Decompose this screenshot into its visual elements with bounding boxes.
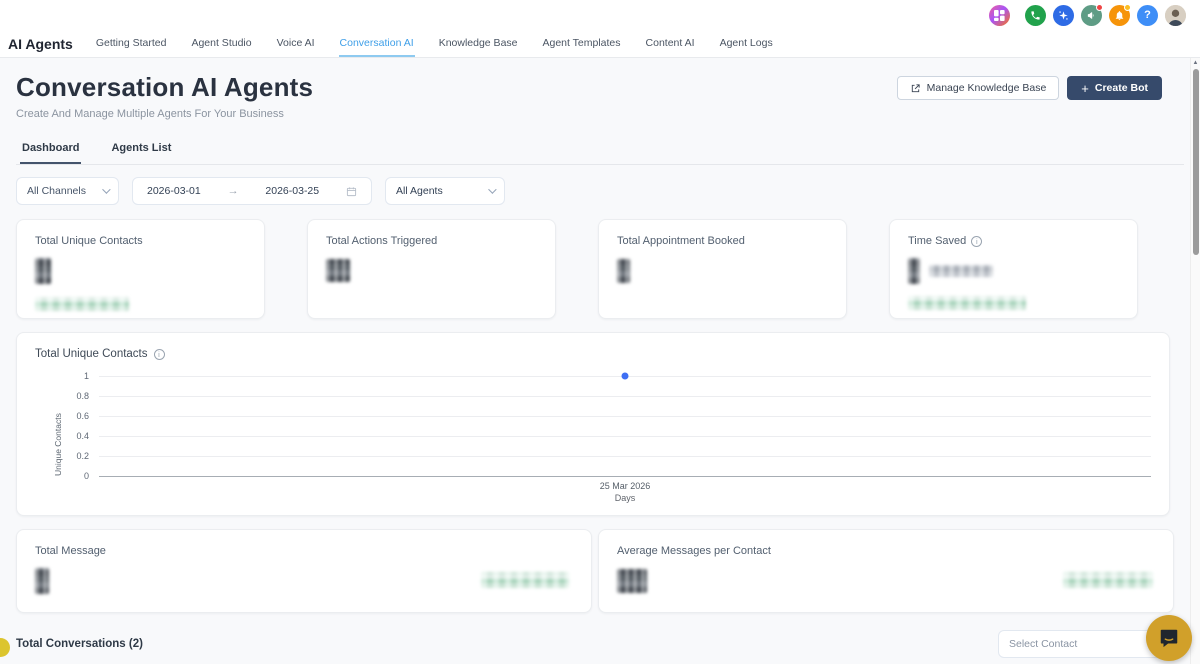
- data-point[interactable]: [621, 372, 629, 380]
- vertical-scrollbar[interactable]: ▲: [1190, 58, 1200, 664]
- agents-select[interactable]: All Agents: [385, 177, 505, 205]
- stat-card-title: Total Actions Triggered: [326, 235, 438, 247]
- gridline: [99, 436, 1151, 437]
- nav-tab-agent-logs[interactable]: Agent Logs: [719, 30, 774, 57]
- apps-launcher-icon[interactable]: [989, 4, 1010, 26]
- y-tick-label: 0: [83, 471, 89, 481]
- stat-card-title: Time Saved i: [908, 235, 1119, 247]
- x-tick-label: 25 Mar 2026: [599, 481, 651, 491]
- plus-icon: +: [1081, 80, 1089, 96]
- avg-messages-per-contact-card: Average Messages per Contact: [598, 529, 1174, 613]
- redacted-value: [617, 259, 630, 283]
- redacted-delta: [35, 297, 129, 311]
- stat-card-total-actions-triggered: Total Actions Triggered: [307, 219, 556, 319]
- nav-tab-content-ai[interactable]: Content AI: [645, 30, 696, 57]
- y-tick-label: 0.6: [76, 411, 89, 421]
- arrow-right-icon: →: [227, 185, 239, 197]
- chart-area: Unique Contacts 1 0.8 0.6 0.4 0.2 0 25 Mar 20…: [35, 371, 1151, 505]
- notifications-bell-icon[interactable]: [1109, 3, 1131, 26]
- redacted-value: [617, 569, 647, 593]
- redacted-delta: [1063, 572, 1153, 588]
- create-bot-button[interactable]: + Create Bot: [1067, 76, 1162, 100]
- stat-card-total-appointment-booked: Total Appointment Booked: [598, 219, 847, 319]
- total-conversations-title: Total Conversations (2): [16, 638, 143, 650]
- gridline: [99, 456, 1151, 457]
- info-icon[interactable]: i: [971, 235, 983, 247]
- scrollbar-thumb[interactable]: [1193, 69, 1199, 255]
- gridline: [99, 416, 1151, 417]
- info-icon[interactable]: i: [153, 348, 165, 360]
- nav-tab-agent-templates[interactable]: Agent Templates: [542, 30, 622, 57]
- chevron-down-icon: [102, 185, 111, 194]
- unique-contacts-chart-card: Total Unique Contacts i Unique Contacts …: [16, 332, 1170, 516]
- y-axis-title: Unique Contacts: [53, 413, 63, 476]
- brand-title: AI Agents: [8, 35, 73, 52]
- date-start[interactable]: 2026-03-01: [147, 185, 201, 197]
- announcements-icon[interactable]: [1081, 3, 1103, 26]
- external-link-icon: [911, 83, 920, 92]
- nav-tab-getting-started[interactable]: Getting Started: [95, 30, 168, 57]
- floating-widget-partial[interactable]: [0, 638, 10, 657]
- stat-card-total-unique-contacts: Total Unique Contacts: [16, 219, 265, 319]
- date-end[interactable]: 2026-03-25: [265, 185, 319, 197]
- user-avatar[interactable]: [1165, 4, 1186, 26]
- help-icon[interactable]: ?: [1137, 4, 1158, 26]
- page-subtitle: Create And Manage Multiple Agents For Yo…: [16, 108, 284, 120]
- tab-agents-list[interactable]: Agents List: [109, 136, 173, 164]
- stat-card-title: Total Unique Contacts: [35, 235, 143, 247]
- scrollbar-up-arrow[interactable]: ▲: [1191, 58, 1200, 68]
- redacted-delta: [908, 296, 1026, 310]
- view-tabs: Dashboard Agents List: [16, 136, 1184, 165]
- y-tick-label: 1: [83, 371, 89, 381]
- chart-title: Total Unique Contacts: [35, 348, 148, 360]
- date-range-picker[interactable]: 2026-03-01 → 2026-03-25: [132, 177, 372, 205]
- notification-badge: [1096, 3, 1103, 11]
- redacted-value: [35, 258, 51, 284]
- main-navbar: AI Agents Getting Started Agent Studio V…: [0, 30, 1200, 58]
- chevron-down-icon: [488, 185, 497, 194]
- page-content: Conversation AI Agents Create And Manage…: [0, 58, 1200, 664]
- manage-knowledge-base-button[interactable]: Manage Knowledge Base: [896, 76, 1060, 100]
- redacted-value: [35, 568, 49, 594]
- chat-bubble-icon: [1160, 629, 1178, 648]
- gridline: [99, 396, 1151, 397]
- card-title: Average Messages per Contact: [617, 545, 771, 557]
- top-icon-bar: ?: [0, 0, 1200, 30]
- redacted-unit: [929, 265, 993, 277]
- phone-icon[interactable]: [1025, 4, 1046, 26]
- redacted-value: [908, 258, 920, 284]
- question-glyph: ?: [1144, 9, 1151, 21]
- total-message-card: Total Message: [16, 529, 592, 613]
- page-title: Conversation AI Agents: [16, 72, 314, 102]
- tab-dashboard[interactable]: Dashboard: [20, 136, 82, 164]
- y-tick-label: 0.2: [76, 451, 89, 461]
- nav-tab-conversation-ai[interactable]: Conversation AI: [338, 30, 415, 57]
- x-axis-title: Days: [614, 493, 636, 503]
- nav-tab-agent-studio[interactable]: Agent Studio: [190, 30, 252, 57]
- y-tick-label: 0.8: [76, 391, 89, 401]
- connect-icon[interactable]: [1053, 4, 1074, 26]
- stat-card-time-saved: Time Saved i: [889, 219, 1138, 319]
- nav-tab-voice-ai[interactable]: Voice AI: [276, 30, 316, 57]
- chat-widget-button[interactable]: [1146, 615, 1192, 661]
- nav-tab-knowledge-base[interactable]: Knowledge Base: [438, 30, 519, 57]
- calendar-icon: [346, 186, 357, 196]
- nav-tabs: Getting Started Agent Studio Voice AI Co…: [95, 30, 774, 57]
- chart-plot: 1 0.8 0.6 0.4 0.2 0: [76, 371, 1151, 481]
- channels-select[interactable]: All Channels: [16, 177, 119, 205]
- y-tick-label: 0.4: [76, 431, 89, 441]
- redacted-value: [326, 259, 350, 282]
- select-contact-dropdown[interactable]: Select Contact: [998, 630, 1170, 658]
- notification-badge: [1124, 3, 1131, 11]
- card-title: Total Message: [35, 545, 106, 557]
- stat-card-title: Total Appointment Booked: [617, 235, 745, 247]
- redacted-delta: [481, 572, 569, 588]
